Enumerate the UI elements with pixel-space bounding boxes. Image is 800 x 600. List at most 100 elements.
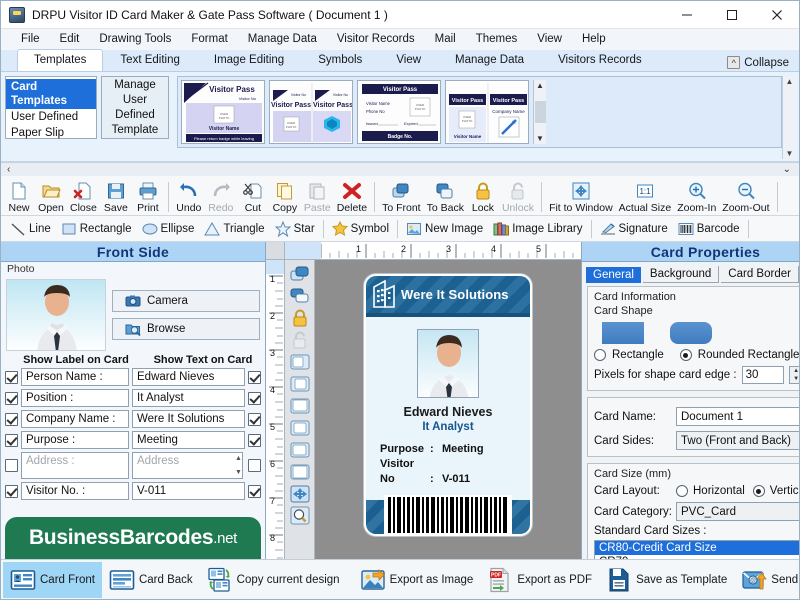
ribbon-scroll-down-icon[interactable]: ▼ [786,149,794,158]
tab-image-editing[interactable]: Image Editing [197,49,301,71]
tab-manage-data[interactable]: Manage Data [438,49,541,71]
canvas-fit-button[interactable] [288,484,312,504]
toolbar-lock-button[interactable]: Lock [467,179,499,215]
rounded-rectangle-swatch[interactable] [670,322,712,344]
canvas-align-right-button[interactable] [288,396,312,416]
template-type-paper-slip[interactable]: Paper Slip [6,125,96,141]
canvas-send-to-back-button[interactable] [288,286,312,306]
pixels-edge-input[interactable]: 30 [741,366,784,384]
menu-manage-data[interactable]: Manage Data [238,29,327,50]
card-barcode[interactable] [384,495,512,534]
shape-rectangle-button[interactable]: Rectangle [56,221,137,237]
canvas-lock-button[interactable] [288,308,312,328]
canvas-align-top-button[interactable] [288,418,312,438]
ribbon-scroll-up-icon[interactable]: ▲ [786,77,794,86]
canvas-unlock-button[interactable] [288,330,312,350]
address-scroll-up-icon[interactable]: ▲ [235,455,242,462]
label-checkbox-visitor-no[interactable] [5,484,18,498]
toolbar-to-back-button[interactable]: To Back [424,179,467,215]
card-photo[interactable] [417,328,479,399]
maximize-button[interactable] [709,1,754,28]
toolbar-delete-button[interactable]: Delete [334,179,370,215]
text-checkbox-address[interactable] [248,459,261,472]
label-checkbox-person-name[interactable] [5,370,18,384]
tab-card-border[interactable]: Card Border [721,266,799,283]
rectangle-swatch[interactable] [602,322,644,344]
canvas-align-middle-button[interactable] [288,440,312,460]
gallery-scrollbar[interactable]: ▲ ▼ [533,80,546,144]
export-as-image-button[interactable]: Export as Image [353,562,481,598]
signature-button[interactable]: Signature [595,221,673,237]
toolbar-to-front-button[interactable]: To Front [379,179,424,215]
manage-user-defined-template-button[interactable]: Manage User Defined Template [101,76,169,139]
label-input-person-name[interactable]: Person Name : [21,368,129,386]
value-input-purpose[interactable]: Meeting [132,431,245,449]
menu-visitor-records[interactable]: Visitor Records [327,29,425,50]
radio-vertical[interactable] [752,485,765,497]
text-checkbox-person-name[interactable] [248,370,261,384]
camera-button[interactable]: Camera [112,290,260,312]
close-button[interactable] [754,1,799,28]
canvas-bring-to-front-button[interactable] [288,264,312,284]
label-input-address[interactable]: Address : [21,452,129,479]
toolbar-print-button[interactable]: Print [132,179,164,215]
card-back-button[interactable]: Card Back [102,562,200,598]
menu-format[interactable]: Format [181,29,237,50]
label-checkbox-position[interactable] [5,391,18,405]
size-option-cr80[interactable]: CR80-Credit Card Size [595,541,799,555]
toolbar-new-button[interactable]: New [3,179,35,215]
toolbar-close-button[interactable]: Close [67,179,100,215]
text-checkbox-visitor-no[interactable] [248,484,261,498]
spinner-down-icon[interactable]: ▼ [793,376,799,382]
standard-card-sizes-list[interactable]: CR80-Credit Card Size CR79 CR90-Over Siz… [594,540,799,559]
label-input-visitor-no[interactable]: Visitor No. : [21,482,129,500]
gallery-scroll-thumb[interactable] [534,101,546,123]
design-canvas[interactable]: Were It Solutions Edward Nieves It Analy… [315,260,581,559]
menu-edit[interactable]: Edit [50,29,90,50]
send-mail-button[interactable]: @ Send Mail [734,562,800,598]
shape-triangle-button[interactable]: Triangle [199,221,269,237]
toolbar-actual-size-button[interactable]: 1:1 Actual Size [616,179,675,215]
card-name-input[interactable]: Document 1 [676,407,799,426]
template-type-card-templates[interactable]: Card Templates [6,79,96,109]
gallery-prev-button[interactable]: ‹ [7,164,10,175]
value-input-position[interactable]: It Analyst [132,389,245,407]
tab-general[interactable]: General [586,267,641,283]
shape-star-button[interactable]: Star [270,220,320,237]
ribbon-scrollbar[interactable]: ▲ ▼ [782,76,796,159]
gallery-scroll-up-icon[interactable]: ▲ [536,81,544,90]
gallery-scroll-down-icon[interactable]: ▼ [536,134,544,143]
menu-mail[interactable]: Mail [425,29,466,50]
tab-templates[interactable]: Templates [17,49,104,71]
radio-horizontal[interactable] [676,485,688,497]
toolbar-zoom-out-button[interactable]: Zoom-Out [719,179,772,215]
template-thumbnail[interactable]: Visitor Pass Visitor Name Phone No USER … [357,80,441,144]
toolbar-copy-button[interactable]: Copy [269,179,301,215]
card-category-dropdown[interactable]: PVC_Card ▾ [676,502,799,521]
save-as-template-button[interactable]: Save as Template [599,562,734,598]
tab-text-editing[interactable]: Text Editing [103,49,196,71]
radio-rounded-rectangle[interactable] [679,349,692,361]
pixels-edge-spinner[interactable]: ▲ ▼ [788,366,799,384]
card-sides-dropdown[interactable]: Two (Front and Back) ▾ [676,431,799,450]
value-input-visitor-no[interactable]: V-011 [132,482,245,500]
minimize-button[interactable] [664,1,709,28]
text-checkbox-company-name[interactable] [248,412,261,426]
new-image-button[interactable]: New Image [401,221,488,237]
photo-preview[interactable] [6,279,106,351]
menu-file[interactable]: File [11,29,50,50]
shape-symbol-button[interactable]: Symbol [327,220,394,237]
collapse-ribbon-button[interactable]: ^ Collapse [727,56,789,71]
template-thumbnail[interactable]: Visitor Pass Visitor No USER PHOTO Visit… [181,80,265,144]
radio-rectangle[interactable] [594,349,606,361]
template-type-user-defined[interactable]: User Defined [6,109,96,125]
value-input-person-name[interactable]: Edward Nieves [132,368,245,386]
export-as-pdf-button[interactable]: PDF Export as PDF [480,562,599,598]
canvas-align-bottom-button[interactable] [288,462,312,482]
label-checkbox-address[interactable] [5,459,18,472]
spinner-up-icon[interactable]: ▲ [793,368,799,374]
text-checkbox-position[interactable] [248,391,261,405]
menu-themes[interactable]: Themes [466,29,528,50]
toolbar-save-button[interactable]: Save [100,179,132,215]
toolbar-cut-button[interactable]: Cut [237,179,269,215]
